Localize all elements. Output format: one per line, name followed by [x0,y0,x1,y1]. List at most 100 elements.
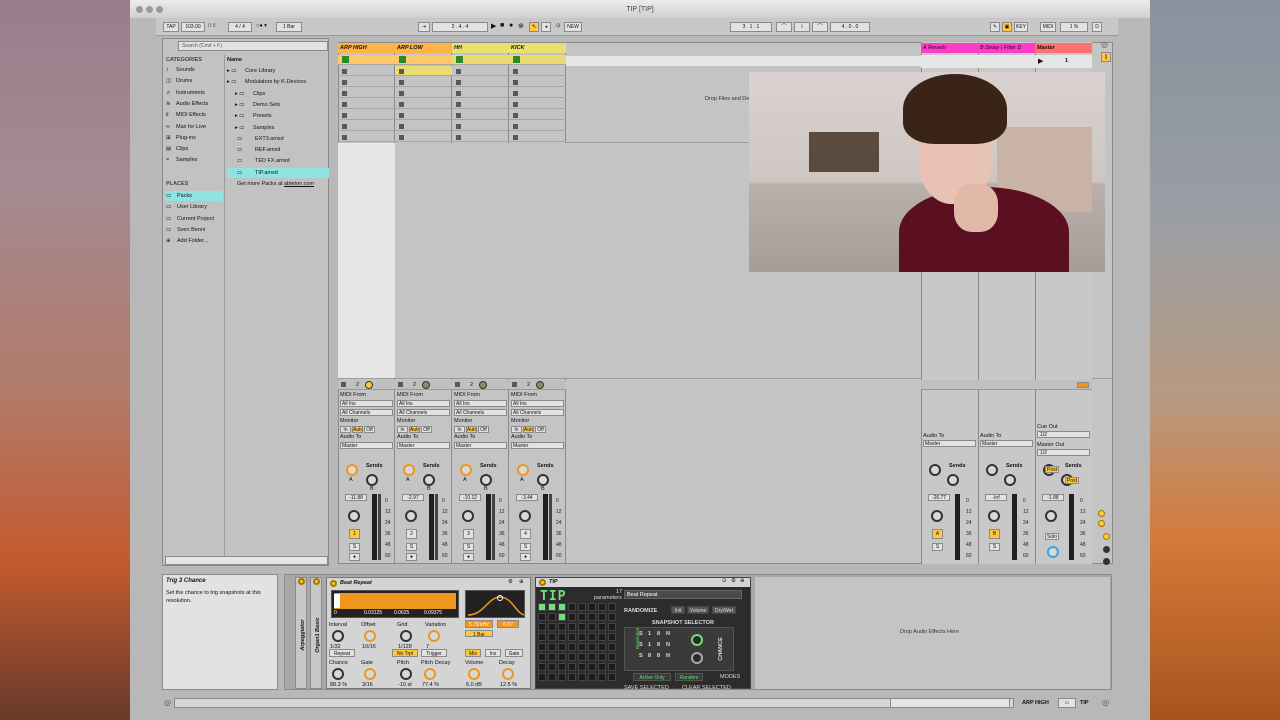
detail-toggle-icon[interactable]: ◎ [164,698,171,707]
post-button-b[interactable]: Post [1065,477,1079,484]
master-scene-play-icon[interactable]: ▶ [1038,57,1043,65]
track-activator-button[interactable]: 2 [406,529,417,539]
trigger-mode-dropdown[interactable]: Trigger [421,649,447,657]
organ-power-icon[interactable] [313,578,320,585]
preview-bar[interactable] [165,556,328,565]
snapshot-cell[interactable] [588,633,596,641]
filter-frequency[interactable]: 5.79 kHz [465,620,493,628]
solo-button[interactable]: S [349,543,360,551]
snapshot-cell[interactable] [578,643,586,651]
reenable-automation-icon[interactable]: ◂ [541,22,551,32]
snapshot-cell[interactable] [598,653,606,661]
random-button[interactable]: Random [675,673,703,681]
chance-knob-2[interactable] [691,652,703,664]
track-volume[interactable]: -2.97 [402,494,424,501]
arpeggiator-power-icon[interactable] [298,578,305,585]
snapshot-cell[interactable] [538,603,546,611]
insert-mode-button[interactable]: Ins [485,649,501,657]
snapshot-cell[interactable] [598,673,606,681]
follow-icon[interactable]: ⇥ [418,22,430,32]
monitor-in-button[interactable]: In [340,426,351,433]
play-icon[interactable]: ▶ [491,22,496,30]
filter-width[interactable]: 6.07 [497,620,519,628]
snapshot-cell[interactable] [598,623,606,631]
place-sven-benni[interactable]: ▭ Sven Benni [165,225,223,235]
snapshot-cell[interactable] [558,673,566,681]
send-b-knob[interactable] [366,474,378,486]
snapshot-cell[interactable] [578,653,586,661]
return-volume[interactable]: -1.88 [1042,494,1064,501]
clip-stop-icon[interactable] [513,80,518,85]
clip-slot[interactable] [338,110,395,120]
snapshot-cell[interactable] [558,613,566,621]
snapshot-cell[interactable] [548,643,556,651]
param-knob[interactable] [502,668,514,680]
param-knob[interactable] [332,668,344,680]
snapshot-cell[interactable] [568,663,576,671]
clip-slot[interactable] [452,55,509,65]
clip-slot[interactable] [452,77,509,87]
status-track-name[interactable]: ARP HIGH [1022,700,1049,706]
browser-item[interactable]: ▭ REF.amxd [227,145,329,155]
clip-slot[interactable] [395,55,452,65]
clip-stop-icon[interactable] [399,102,404,107]
snapshot-cell[interactable] [608,613,616,621]
clip-stop-icon[interactable] [456,102,461,107]
snapshot-cell[interactable] [588,653,596,661]
volume-button[interactable]: Volume [687,606,709,614]
clip-slot[interactable] [338,99,395,109]
return-solo-button[interactable]: S [932,543,943,551]
snapshot-cell[interactable] [588,613,596,621]
one-bar-button[interactable]: 1 Bar [465,630,493,637]
snapshot-cell[interactable] [598,663,606,671]
arrangement-position-field[interactable]: 2 . 4 . 4 [432,22,488,32]
clip-stop-icon[interactable] [456,113,461,118]
crossfader-assign-icon[interactable] [1098,510,1105,517]
place-user-library[interactable]: ▭ User Library [165,202,223,212]
snapshot-cell[interactable] [588,623,596,631]
session-toggle-icon[interactable]: ◎ [1101,40,1108,49]
browser-search-input[interactable]: Search (Cmd + F) [178,41,328,51]
snapshot-cell[interactable] [568,603,576,611]
track-activator-button[interactable]: 4 [520,529,531,539]
browser-item[interactable]: ▸ ▭ Presets [227,111,329,121]
clip-slot[interactable] [509,77,566,87]
clip-slot[interactable] [395,66,452,76]
snapshot-row-cell[interactable]: 8 [657,653,660,659]
device-options-icon[interactable]: ⚙ [508,579,513,585]
send-b-knob[interactable] [537,474,549,486]
arm-icon[interactable]: ● [463,553,474,561]
snapshot-cell[interactable] [578,613,586,621]
clip-stop-icon[interactable] [342,113,347,118]
browser-item[interactable]: ▭ TIP.amxd [227,167,329,178]
io-all-channels[interactable]: All Channels [340,409,393,416]
clip-stop-icon[interactable] [399,124,404,129]
monitor-in-button[interactable]: In [454,426,465,433]
return-pan-knob[interactable] [931,510,943,522]
param-knob[interactable] [468,668,480,680]
return-pan-knob[interactable] [1045,510,1057,522]
snapshot-cell[interactable] [538,633,546,641]
gate-mode-button[interactable]: Gate [505,649,523,657]
clip-play-icon[interactable] [399,56,406,63]
snapshot-cell[interactable] [558,623,566,631]
master-record-icon[interactable] [1077,382,1089,388]
clip-play-icon[interactable] [456,56,463,63]
snapshot-cell[interactable] [598,603,606,611]
param-knob[interactable] [400,668,412,680]
filter-display[interactable] [465,590,525,618]
crossfader-assign-icon[interactable] [1098,520,1105,527]
io-all-ins[interactable]: All Ins [454,400,507,407]
ableton-link[interactable]: ableton.com [284,181,314,187]
snapshot-cell[interactable] [568,653,576,661]
solo-button[interactable]: S [520,543,531,551]
snapshot-cell[interactable] [608,663,616,671]
clip-slot[interactable] [338,121,395,131]
snapshot-cell[interactable] [568,623,576,631]
send-b-knob[interactable] [480,474,492,486]
loop-length-field[interactable]: 4 . 0 . 0 [830,22,870,32]
init-button[interactable]: Init [671,606,685,614]
clip-slot[interactable] [509,88,566,98]
snapshot-cell[interactable] [548,603,556,611]
snapshot-row-cell[interactable]: 8 [657,631,660,637]
